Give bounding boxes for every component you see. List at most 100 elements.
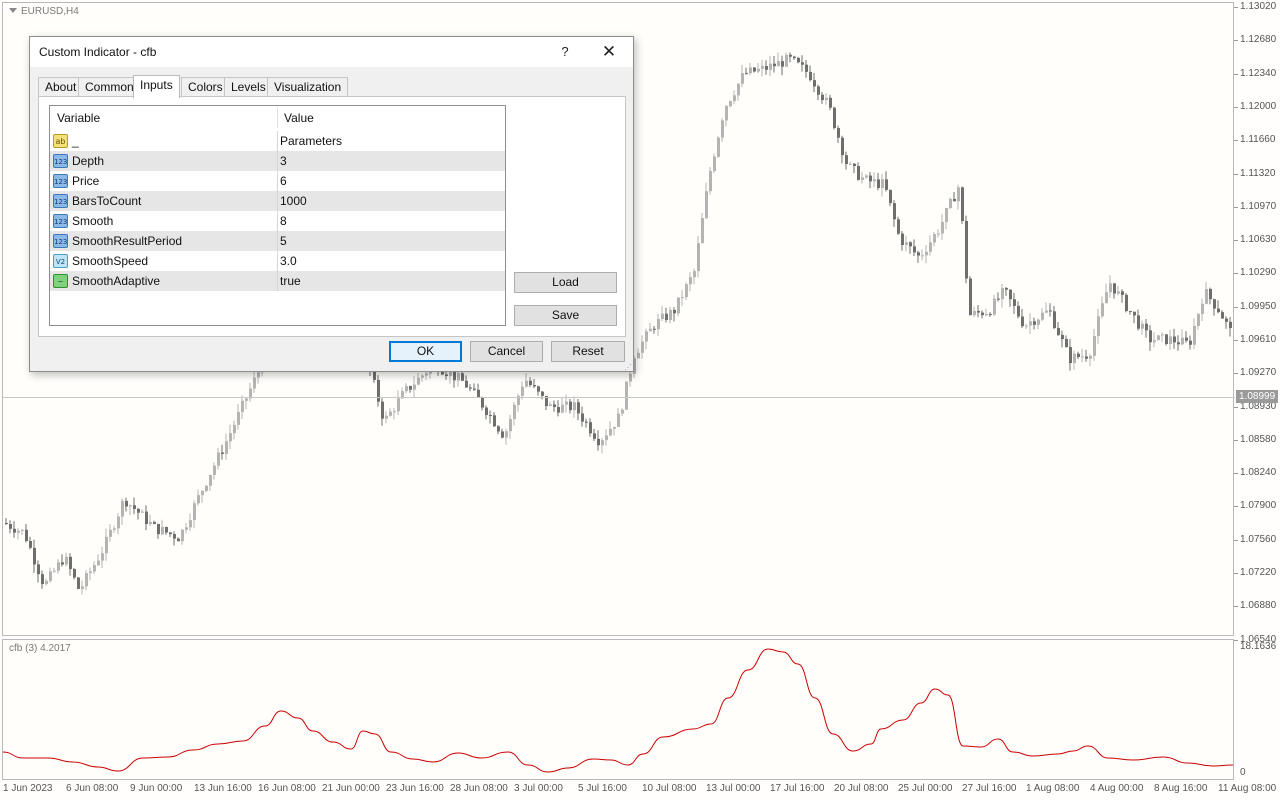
candle-body [909,242,912,247]
candle-body [1101,303,1104,317]
price-axis-tick [1234,373,1238,374]
bool-type-icon: ~ [53,274,68,288]
candle-body [257,372,260,378]
candle-body [477,389,480,398]
candle-body [901,233,904,246]
candle-body [817,86,820,95]
value-cell[interactable]: Parameters [280,131,342,151]
candle-body [669,309,672,320]
candle-body [425,373,428,376]
candle-body [673,309,676,314]
help-button[interactable]: ? [550,40,580,64]
indicator-pane[interactable]: cfb (3) 4.2017 [2,639,1234,780]
candle-body [409,386,412,390]
value-cell[interactable]: 6 [280,171,287,191]
candle-body [421,375,424,378]
candle-body [877,179,880,189]
candle-body [453,371,456,381]
table-row[interactable]: 123 Depth 3 [50,151,505,171]
candle-body [1225,318,1228,322]
candle-body [97,560,100,566]
table-row[interactable]: 123 SmoothResultPeriod 5 [50,231,505,251]
time-axis-label: 9 Jun 00:00 [130,783,183,794]
load-button[interactable]: Load [514,272,617,293]
resize-grip-icon[interactable]: ⋰ [624,363,632,372]
candle-body [465,380,468,388]
dialog-titlebar[interactable]: Custom Indicator - cfb ? ✕ [30,37,633,67]
candle-body [201,490,204,496]
candle-body [189,520,192,528]
candle-body [697,243,700,272]
candle-body [457,373,460,381]
tab-visualization[interactable]: Visualization [267,77,349,97]
candle-body [549,404,552,407]
candle-body [713,156,716,172]
header-value[interactable]: Value [284,106,314,130]
reset-button[interactable]: Reset [551,341,625,362]
candle-body [681,297,684,299]
candle-body [41,574,44,585]
candle-body [1133,311,1136,316]
candle-body [1025,325,1028,327]
table-row[interactable]: 123 Smooth 8 [50,211,505,231]
ok-button[interactable]: OK [389,341,462,362]
price-axis-label: 1.07900 [1240,500,1277,511]
candle-body [89,571,92,574]
inputs-table[interactable]: Variable Value ab _ Parameters 123 Depth 3 123… [49,105,506,326]
indicator-axis-max: 18.1636 [1240,641,1277,652]
price-axis-label: 1.10970 [1240,201,1277,212]
price-axis-tick [1234,174,1238,175]
candle-body [197,495,200,504]
candle-body [833,107,836,129]
tab-about[interactable]: About [38,77,84,97]
candle-body [1113,283,1116,294]
candle-body [641,341,644,353]
candle-body [921,255,924,257]
candle-body [553,404,556,408]
table-row[interactable]: ab _ Parameters [50,131,505,151]
candle-body [825,97,828,101]
save-button[interactable]: Save [514,305,617,326]
candle-body [133,505,136,509]
candle-body [785,54,788,67]
candle-body [385,415,388,419]
close-icon[interactable]: ✕ [594,40,624,64]
variable-cell: SmoothSpeed [72,254,149,268]
value-cell[interactable]: 8 [280,211,287,231]
table-row[interactable]: ~ SmoothAdaptive true [50,271,505,291]
candle-body [981,312,984,316]
column-divider [277,151,278,171]
value-cell[interactable]: 1000 [280,191,307,211]
candle-body [861,177,864,180]
table-row[interactable]: 123 BarsToCount 1000 [50,191,505,211]
candle-body [913,246,916,253]
value-cell[interactable]: 3 [280,151,287,171]
tab-colors[interactable]: Colors [181,77,230,97]
price-axis-tick [1234,440,1238,441]
table-row[interactable]: V2 SmoothSpeed 3.0 [50,251,505,271]
candle-body [405,386,408,392]
candle-body [777,61,780,67]
candle-body [145,511,148,525]
variable-cell: Depth [72,154,105,168]
price-axis-label: 1.12340 [1240,68,1277,79]
tab-levels[interactable]: Levels [224,77,273,97]
candle-body [701,218,704,244]
tab-inputs[interactable]: Inputs [133,75,180,98]
value-cell[interactable]: 3.0 [280,251,297,271]
candle-body [1037,319,1040,325]
tab-common[interactable]: Common [78,77,141,97]
cancel-button[interactable]: Cancel [470,341,543,362]
value-cell[interactable]: true [280,271,301,291]
candle-body [489,415,492,417]
table-row[interactable]: 123 Price 6 [50,171,505,191]
candle-body [973,310,976,316]
header-variable[interactable]: Variable [57,106,100,130]
candle-body [745,73,748,75]
candle-body [753,67,756,72]
value-cell[interactable]: 5 [280,231,287,251]
price-axis-tick [1234,40,1238,41]
candle-body [449,371,452,377]
price-axis-label: 1.10290 [1240,267,1277,278]
candle-body [1017,305,1020,317]
